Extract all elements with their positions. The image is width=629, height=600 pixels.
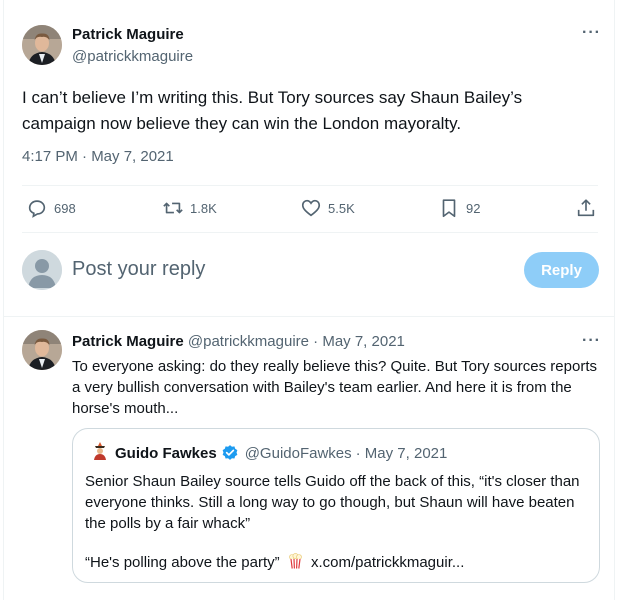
quoted-author-name[interactable]: Guido Fawkes bbox=[115, 445, 217, 462]
tweet-text: To everyone asking: do they really belie… bbox=[72, 358, 597, 417]
tweet-date[interactable]: · May 7, 2021 bbox=[313, 333, 405, 350]
guido-avatar-icon bbox=[94, 442, 106, 460]
quoted-tweet-text-line: “He's polling above the party” x.com/pat… bbox=[85, 552, 590, 573]
divider bbox=[4, 316, 615, 317]
share-icon bbox=[577, 199, 595, 217]
quoted-tweet-text: Senior Shaun Bailey source tells Guido o… bbox=[85, 473, 580, 532]
bookmark-action[interactable]: 92 bbox=[438, 196, 480, 220]
author-name[interactable]: Patrick Maguire bbox=[72, 26, 184, 43]
reply-button[interactable]: Reply bbox=[524, 252, 599, 288]
user-avatar[interactable] bbox=[22, 250, 62, 290]
tweet-text: I can’t believe I’m writing this. But To… bbox=[22, 88, 523, 133]
quoted-tweet-header: Guido Fawkes @GuidoFawkes · May 7, 2021 bbox=[115, 444, 447, 462]
reply-count: 698 bbox=[54, 200, 76, 216]
reply-input[interactable]: Post your reply bbox=[72, 258, 205, 281]
bookmark-count: 92 bbox=[466, 200, 481, 216]
quoted-tweet-link[interactable]: x.com/patrickkmaguir... bbox=[311, 554, 464, 571]
popcorn-emoji-icon bbox=[289, 553, 302, 569]
divider bbox=[22, 185, 598, 186]
retweet-icon bbox=[163, 202, 183, 214]
bookmark-icon bbox=[442, 199, 456, 218]
quoted-tweet-card[interactable]: Guido Fawkes @GuidoFawkes · May 7, 2021 … bbox=[72, 428, 600, 583]
reply-icon bbox=[28, 200, 46, 218]
like-icon bbox=[301, 199, 321, 217]
share-action[interactable] bbox=[575, 196, 603, 220]
author-avatar[interactable] bbox=[22, 330, 62, 370]
author-handle[interactable]: @patrickkmaguire bbox=[72, 48, 193, 65]
tweet-timestamp[interactable]: 4:17 PM · May 7, 2021 bbox=[22, 148, 174, 165]
like-count: 5.5K bbox=[328, 200, 355, 216]
author-avatar[interactable] bbox=[22, 25, 62, 65]
author-handle[interactable]: @patrickkmaguire bbox=[188, 333, 309, 350]
like-action[interactable]: 5.5K bbox=[300, 196, 355, 220]
tweet-header: Patrick Maguire @patrickkmaguire · May 7… bbox=[72, 333, 405, 350]
verified-badge-icon bbox=[222, 445, 238, 460]
more-options-icon[interactable]: ··· bbox=[582, 332, 601, 350]
more-options-icon[interactable]: ··· bbox=[582, 24, 601, 42]
divider bbox=[22, 232, 598, 233]
author-name[interactable]: Patrick Maguire bbox=[72, 333, 184, 350]
quoted-tweet-date[interactable]: · May 7, 2021 bbox=[356, 445, 448, 462]
quoted-author-handle[interactable]: @GuidoFawkes bbox=[245, 445, 352, 462]
retweet-action[interactable]: 1.8K bbox=[162, 196, 217, 220]
reply-action[interactable]: 698 bbox=[26, 196, 76, 220]
quoted-tweet-quote: “He's polling above the party” bbox=[85, 554, 280, 571]
retweet-count: 1.8K bbox=[190, 200, 217, 216]
